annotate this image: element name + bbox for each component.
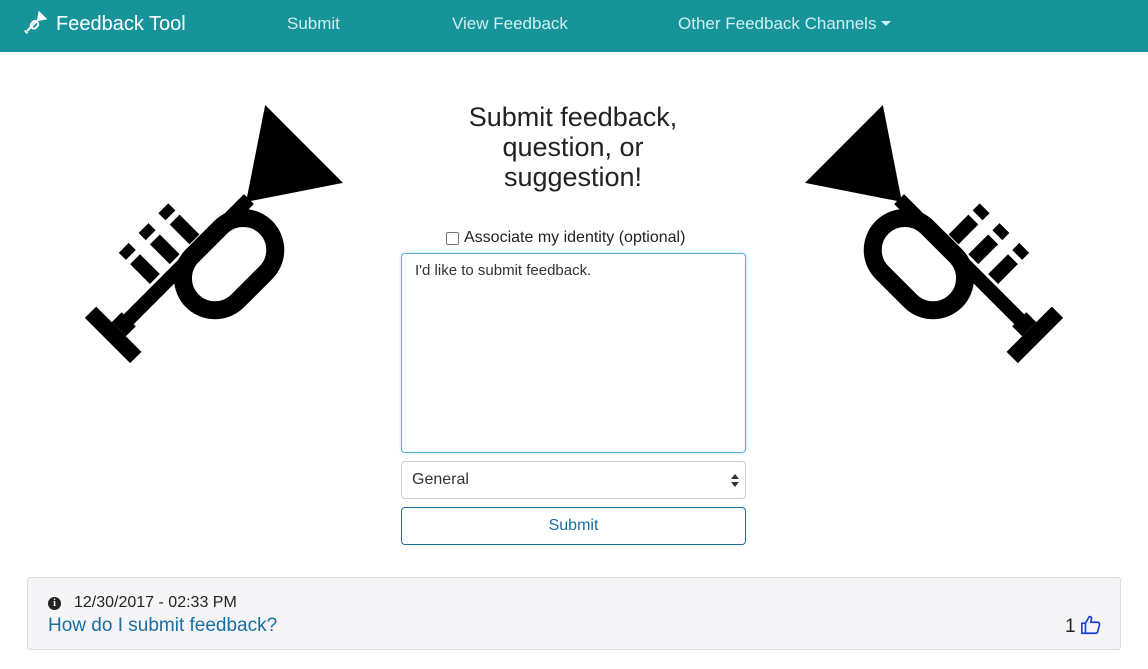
like-count: 1 [1065,616,1076,637]
info-circle-icon: i [48,596,61,610]
identity-option: Associate my identity (optional) [446,229,685,247]
caret-down-icon [881,21,892,26]
thumbs-up-icon[interactable] [1080,614,1102,636]
page-title: Submit feedback, question, or suggestion… [468,102,678,192]
feedback-meta: i 12/30/2017 - 02:33 PM [48,594,237,612]
category-selected-value: General [412,471,469,488]
top-navbar: Feedback Tool Submit View Feedback Other… [0,0,1148,52]
trumpet-icon [24,10,48,34]
nav-submit-link[interactable]: Submit [287,14,340,34]
feedback-title-link[interactable]: How do I submit feedback? [48,615,277,637]
trumpet-right-icon [805,105,1064,364]
trumpet-left-icon [84,105,343,364]
brand-link[interactable]: Feedback Tool [20,8,186,40]
brand-title: Feedback Tool [56,12,186,35]
feedback-textarea[interactable]: I'd like to submit feedback. [401,253,746,453]
associate-identity-checkbox[interactable] [446,231,459,245]
nav-other-channels-dropdown[interactable]: Other Feedback Channels [678,14,892,34]
category-select[interactable]: General [401,461,746,499]
associate-identity-label[interactable]: Associate my identity (optional) [464,229,685,247]
nav-other-channels-label: Other Feedback Channels [678,14,877,33]
select-arrows-icon [730,473,740,489]
submit-button[interactable]: Submit [401,507,746,545]
nav-view-feedback-link[interactable]: View Feedback [452,14,568,34]
feedback-timestamp: 12/30/2017 - 02:33 PM [74,594,237,611]
feedback-list-item: i 12/30/2017 - 02:33 PM How do I submit … [27,577,1121,650]
